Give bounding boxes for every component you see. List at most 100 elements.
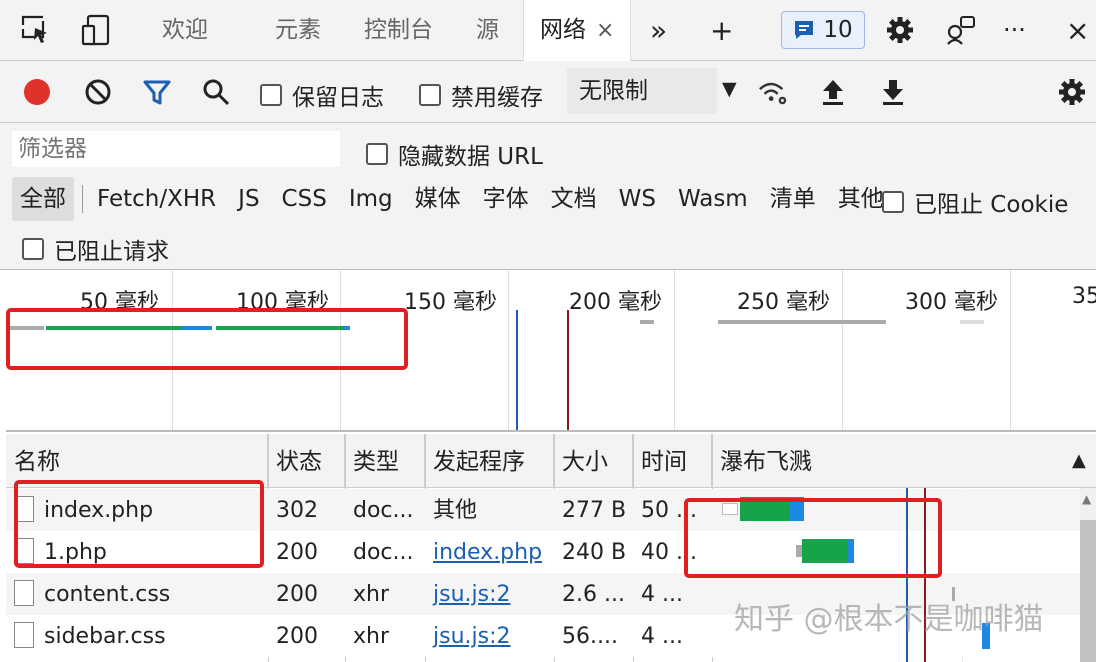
filter-icon[interactable]	[141, 76, 173, 108]
preserve-log-box[interactable]	[260, 84, 282, 106]
issues-count: 10	[823, 17, 853, 43]
filter-divider	[82, 185, 83, 213]
close-devtools-icon[interactable]: ×	[1066, 0, 1089, 61]
overview-tick-label: 250 毫秒	[737, 290, 830, 315]
request-type: doc...	[353, 540, 414, 565]
request-name-text: sidebar.css	[44, 624, 166, 649]
initiator-link[interactable]: index.php	[433, 540, 542, 565]
blocked-requests-label: 已阻止请求	[54, 239, 169, 265]
column-header-status[interactable]: 状态	[268, 434, 345, 488]
overview-gridline	[674, 270, 675, 430]
request-type: doc...	[353, 498, 414, 523]
overview-tick-label: 300 毫秒	[905, 290, 998, 315]
filter-input[interactable]	[12, 131, 340, 167]
request-name[interactable]: content.css	[6, 573, 268, 615]
request-size: 56....	[562, 624, 618, 649]
inspect-element-icon[interactable]	[20, 14, 52, 46]
request-initiator[interactable]: jsu.js:2	[425, 573, 554, 615]
customize-menu-icon[interactable]: ···	[1003, 0, 1026, 61]
blocked-cookies-box[interactable]	[882, 191, 904, 213]
overview-gridline	[1010, 270, 1011, 430]
devtools-tab-bar: 欢迎 元素 控制台 源 网络 × » + 10 ··· ×	[0, 0, 1096, 61]
clear-icon[interactable]	[82, 76, 114, 108]
column-header-type[interactable]: 类型	[345, 434, 425, 488]
request-type: xhr	[353, 624, 390, 649]
overview-tick-label: 200 毫秒	[569, 290, 662, 315]
network-conditions-icon[interactable]	[757, 76, 789, 108]
filter-type-font[interactable]: 字体	[475, 177, 537, 221]
filter-type-manifest[interactable]: 清单	[762, 177, 824, 221]
watermark: 知乎 @根本不是咖啡猫	[734, 602, 1044, 637]
request-name[interactable]: sidebar.css	[6, 615, 268, 657]
scroll-up-arrow-icon[interactable]: ▲	[1082, 492, 1091, 506]
blocked-requests-box[interactable]	[22, 238, 44, 260]
column-header-size[interactable]: 大小	[554, 434, 633, 488]
request-name-text: content.css	[44, 582, 171, 607]
load-event-line	[567, 310, 569, 430]
tab-network-label: 网络	[540, 17, 586, 43]
filter-type-js[interactable]: JS	[230, 177, 267, 221]
request-initiator[interactable]: jsu.js:2	[425, 615, 554, 657]
import-har-icon[interactable]	[817, 76, 849, 108]
request-status: 200	[276, 540, 318, 565]
sort-ascending-icon[interactable]: ▲	[1072, 434, 1086, 488]
export-har-icon[interactable]	[877, 76, 909, 108]
preserve-log-label: 保留日志	[292, 85, 384, 111]
device-emulation-icon[interactable]	[80, 14, 112, 46]
network-settings-gear-icon[interactable]	[1056, 76, 1088, 108]
overview-gridline	[508, 270, 509, 430]
tab-sources[interactable]: 源	[476, 0, 499, 61]
disable-cache-label: 禁用缓存	[451, 85, 543, 111]
column-header-waterfall[interactable]: 瀑布飞溅	[712, 434, 1096, 488]
request-type: xhr	[353, 582, 390, 607]
settings-gear-icon[interactable]	[884, 14, 916, 46]
filter-type-wasm[interactable]: Wasm	[670, 177, 756, 221]
request-size: 277 B	[562, 498, 627, 523]
record-icon[interactable]	[21, 76, 53, 108]
request-initiator: 其他	[433, 498, 478, 523]
initiator-link[interactable]: jsu.js:2	[433, 582, 511, 607]
request-initiator[interactable]: index.php	[425, 531, 554, 573]
annotation-box-names	[14, 480, 264, 568]
blocked-cookies-checkbox[interactable]: 已阻止 Cookie	[882, 185, 1068, 219]
search-icon[interactable]	[200, 76, 232, 108]
annotation-box-overview	[6, 308, 408, 370]
blocked-requests-checkbox[interactable]: 已阻止请求	[22, 232, 169, 266]
add-tab-icon[interactable]: +	[710, 0, 733, 61]
filter-type-img[interactable]: Img	[341, 177, 401, 221]
chevron-down-icon[interactable]: ▼	[722, 78, 737, 100]
disable-cache-box[interactable]	[419, 84, 441, 106]
preserve-log-checkbox[interactable]: 保留日志	[260, 78, 384, 112]
hide-data-urls-box[interactable]	[366, 143, 388, 165]
disable-cache-checkbox[interactable]: 禁用缓存	[419, 78, 543, 112]
initiator-link[interactable]: jsu.js:2	[433, 624, 511, 649]
tab-elements[interactable]: 元素	[275, 0, 321, 61]
column-header-initiator[interactable]: 发起程序	[425, 434, 554, 488]
request-size: 2.6 ...	[562, 582, 625, 607]
hide-data-urls-label: 隐藏数据 URL	[398, 144, 543, 170]
filter-type-fetch-xhr[interactable]: Fetch/XHR	[89, 177, 224, 221]
filter-type-doc[interactable]: 文档	[543, 177, 605, 221]
overview-tick-label: 150 毫秒	[404, 290, 497, 315]
hide-data-urls-checkbox[interactable]: 隐藏数据 URL	[366, 137, 543, 171]
filter-type-ws[interactable]: WS	[611, 177, 664, 221]
filter-type-media[interactable]: 媒体	[407, 177, 469, 221]
filter-type-all[interactable]: 全部	[12, 177, 74, 221]
filter-type-css[interactable]: CSS	[274, 177, 335, 221]
resource-type-filters: 全部 Fetch/XHR JS CSS Img 媒体 字体 文档 WS Wasm…	[12, 177, 898, 221]
table-scrollbar-thumb[interactable]	[1080, 520, 1096, 662]
tab-welcome[interactable]: 欢迎	[162, 0, 208, 61]
issues-badge[interactable]: 10	[781, 11, 865, 49]
tab-close-icon[interactable]: ×	[596, 18, 614, 43]
request-time: 4 ...	[641, 582, 683, 607]
tab-network[interactable]: 网络 ×	[523, 0, 632, 61]
more-tabs-icon[interactable]: »	[650, 0, 667, 61]
column-header-time[interactable]: 时间	[633, 434, 712, 488]
request-status: 302	[276, 498, 318, 523]
tab-console[interactable]: 控制台	[364, 0, 433, 61]
feedback-icon[interactable]	[944, 14, 976, 46]
dom-content-loaded-line	[516, 310, 518, 430]
request-time: 4 ...	[641, 624, 683, 649]
file-icon	[14, 622, 34, 648]
throttling-select[interactable]: 无限制	[567, 68, 717, 114]
